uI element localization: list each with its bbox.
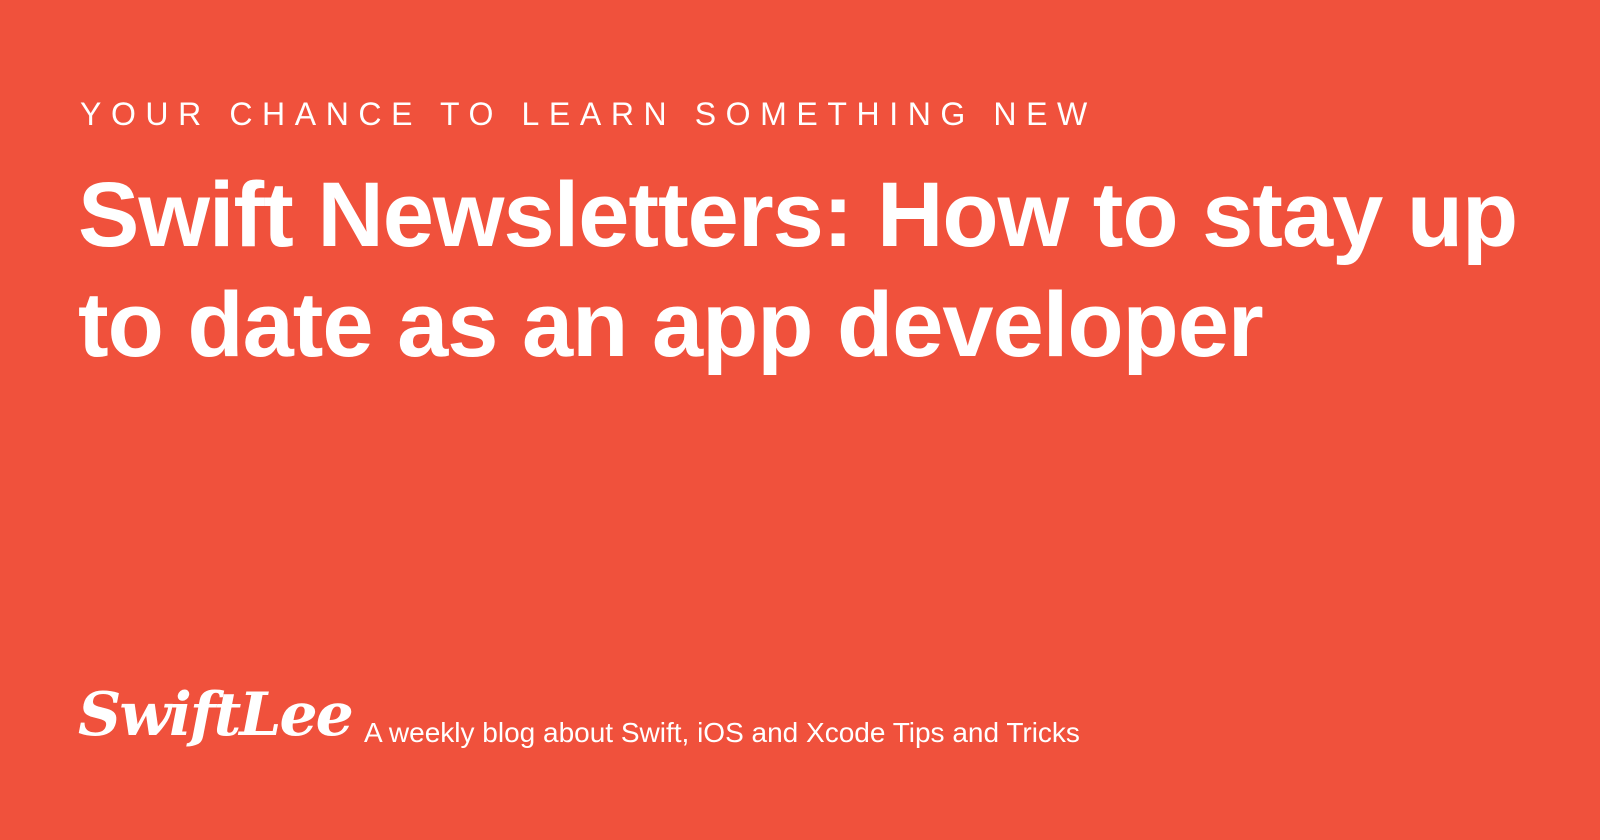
tagline: A weekly blog about Swift, iOS and Xcode…: [364, 717, 1080, 748]
kicker-text: YOUR CHANCE TO LEARN SOMETHING NEW: [80, 96, 1097, 132]
swiftlee-logo: SwiftLee: [78, 680, 354, 750]
page-title: Swift Newsletters: How to stay up to dat…: [78, 164, 1518, 376]
